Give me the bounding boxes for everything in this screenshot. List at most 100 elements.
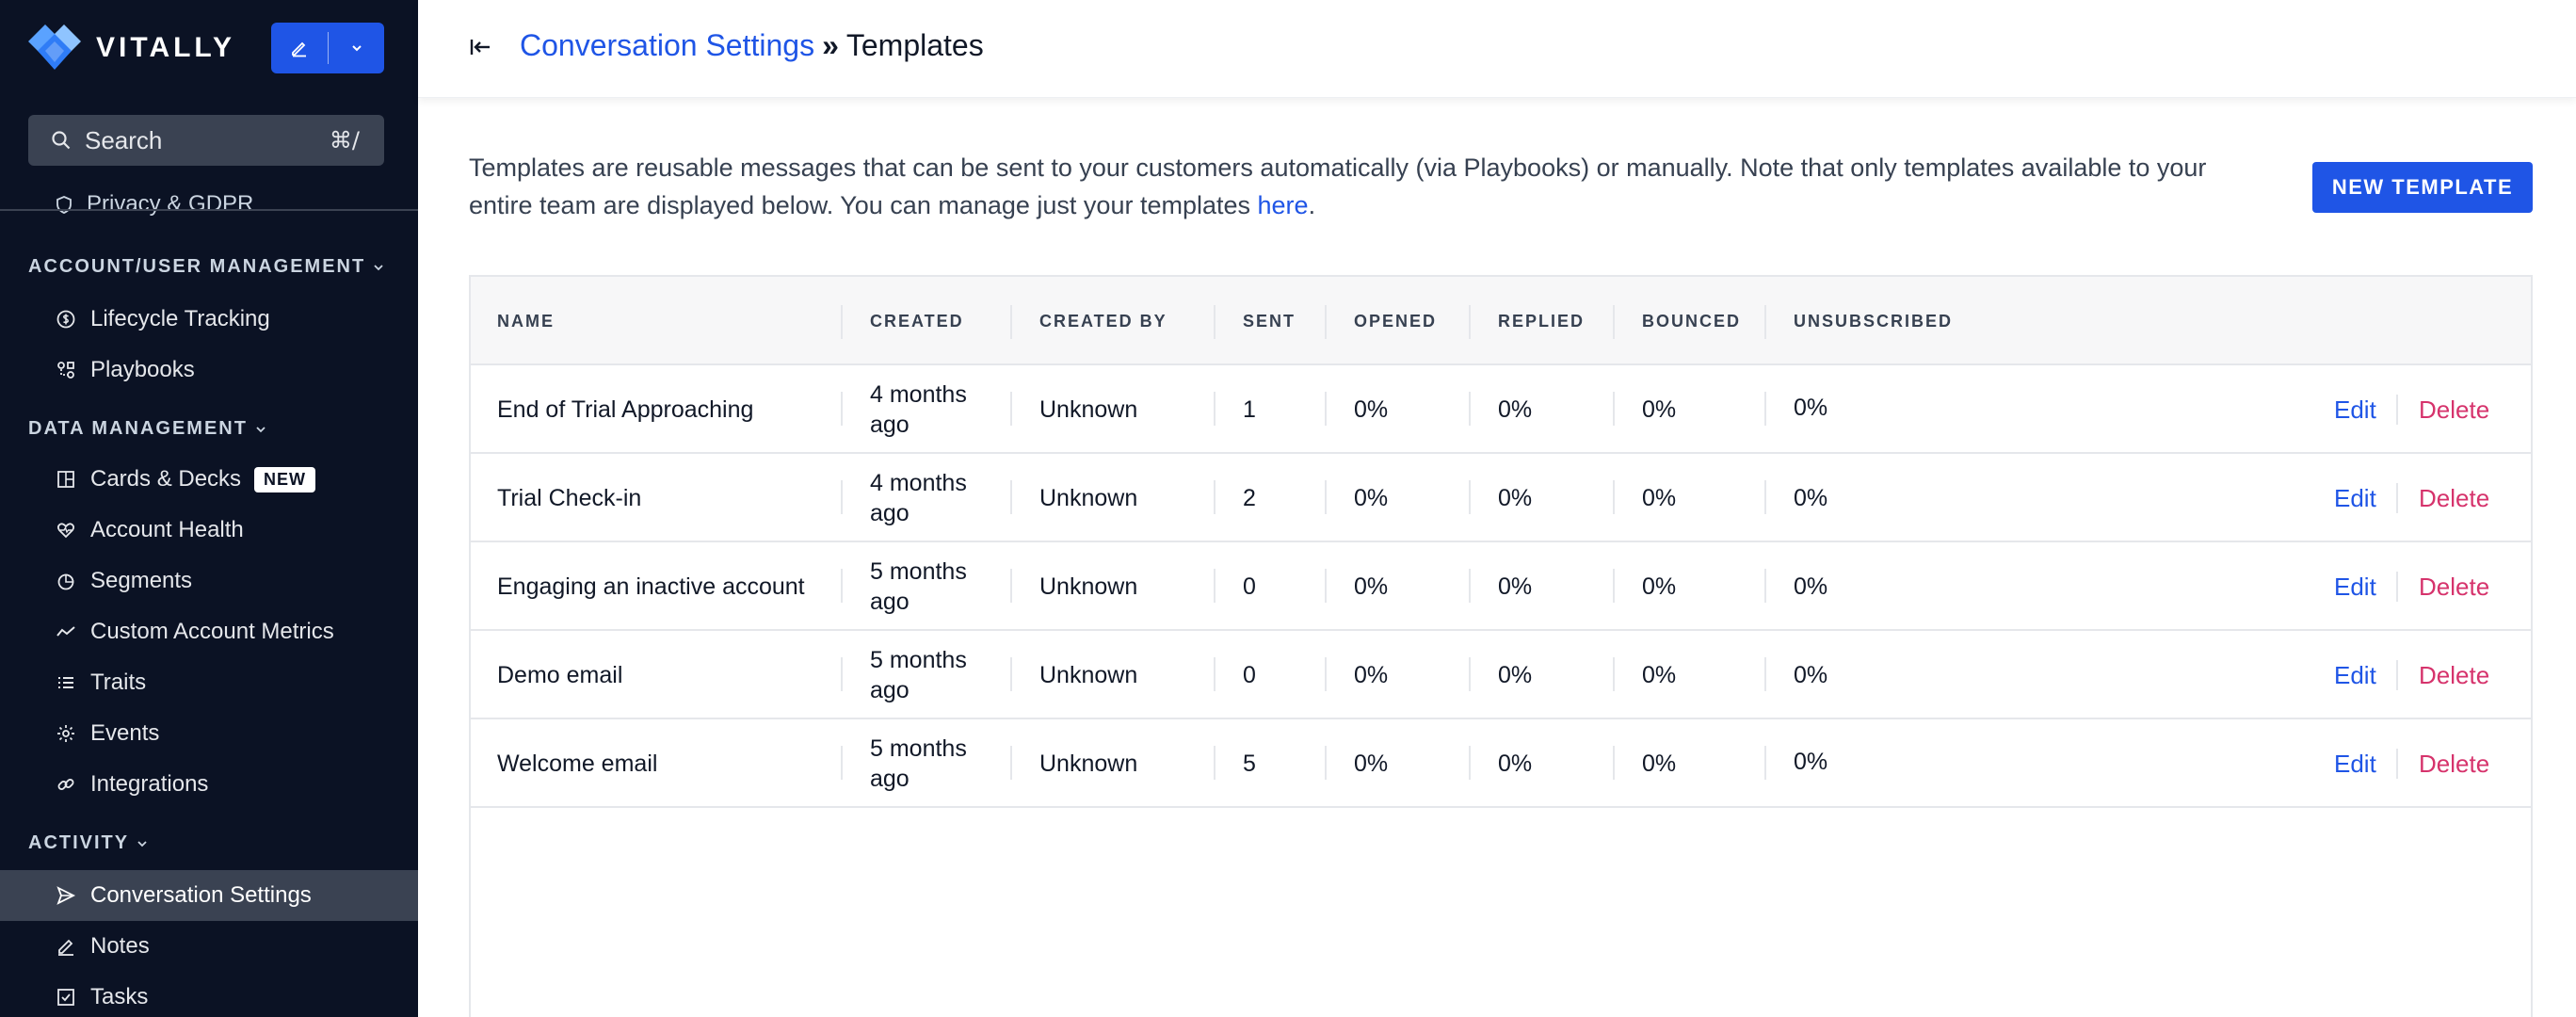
column-separator: [1214, 569, 1216, 603]
cell-created: 4 months ago: [870, 470, 967, 526]
delete-link[interactable]: Delete: [2419, 365, 2489, 454]
section-account-user-management[interactable]: ACCOUNT/USER MANAGEMENT: [28, 256, 384, 278]
cell-unsubscribed: 0%: [1794, 749, 1828, 775]
send-icon: [55, 884, 77, 907]
sidebar-item-playbooks[interactable]: Playbooks: [0, 345, 418, 396]
column-separator: [1325, 480, 1327, 514]
column-separator: [1010, 569, 1012, 603]
column-header-name[interactable]: NAME: [497, 277, 555, 365]
column-separator: [1613, 569, 1615, 603]
column-separator: [1325, 746, 1327, 780]
sidebar-item-lifecycle-tracking[interactable]: Lifecycle Tracking: [0, 294, 418, 345]
grid-icon: [55, 468, 77, 491]
column-header-created-by[interactable]: CREATED BY: [1039, 277, 1167, 365]
edit-link[interactable]: Edit: [2334, 365, 2376, 454]
sidebar-item-tasks[interactable]: Tasks: [0, 972, 418, 1017]
breadcrumb-link-conversation-settings[interactable]: Conversation Settings: [520, 28, 814, 63]
section-activity[interactable]: ACTIVITY: [28, 832, 148, 854]
new-template-button[interactable]: NEW TEMPLATE: [2312, 162, 2533, 213]
column-separator: [841, 305, 843, 339]
sidebar-item-custom-account-metrics[interactable]: Custom Account Metrics: [0, 606, 418, 657]
sidebar-item-privacy[interactable]: Privacy & GDPR: [55, 191, 253, 218]
compose-button[interactable]: [271, 23, 384, 73]
table-row: End of Trial Approaching 4 months ago Un…: [471, 365, 2531, 454]
brand[interactable]: VITALLY: [28, 24, 235, 72]
action-separator: [2396, 395, 2398, 425]
column-separator: [1764, 392, 1766, 426]
description-end: .: [1308, 191, 1316, 219]
chevron-down-icon: [256, 426, 266, 432]
column-separator: [1469, 480, 1471, 514]
page-header: Conversation Settings » Templates: [418, 0, 2576, 98]
sidebar-item-label: Cards & Decks: [90, 466, 242, 492]
cell-created-by: Unknown: [1039, 573, 1138, 600]
cell-replied: 0%: [1498, 396, 1533, 423]
description-text: Templates are reusable messages that can…: [469, 153, 2207, 219]
column-header-replied[interactable]: REPLIED: [1498, 277, 1585, 365]
cell-sent: 0: [1243, 662, 1256, 688]
sidebar-item-account-health[interactable]: Account Health: [0, 505, 418, 556]
table-row: Welcome email 5 months ago Unknown 5 0% …: [471, 719, 2531, 808]
sidebar-item-label: Tasks: [90, 984, 149, 1009]
section-label: ACCOUNT/USER MANAGEMENT: [28, 256, 366, 277]
templates-table: NAME CREATED CREATED BY SENT OPENED REPL…: [469, 275, 2533, 1017]
cell-opened: 0%: [1354, 396, 1389, 423]
delete-link[interactable]: Delete: [2419, 631, 2489, 719]
column-separator: [1010, 480, 1012, 514]
column-header-sent[interactable]: SENT: [1243, 277, 1296, 365]
action-separator: [2396, 749, 2398, 779]
search-input[interactable]: Search ⌘/: [28, 115, 384, 166]
edit-link[interactable]: Edit: [2334, 719, 2376, 808]
cell-created-by: Unknown: [1039, 485, 1138, 511]
column-header-unsubscribed[interactable]: UNSUBSCRIBED: [1794, 277, 1953, 365]
cell-sent: 1: [1243, 396, 1256, 423]
delete-link[interactable]: Delete: [2419, 542, 2489, 631]
collapse-sidebar-button[interactable]: [467, 34, 493, 60]
sidebar-item-segments[interactable]: Segments: [0, 556, 418, 606]
section-data-management[interactable]: DATA MANAGEMENT: [28, 418, 266, 440]
column-separator: [1764, 480, 1766, 514]
edit-link[interactable]: Edit: [2334, 631, 2376, 719]
column-header-opened[interactable]: OPENED: [1354, 277, 1437, 365]
list-icon: [55, 671, 77, 694]
column-separator: [1010, 657, 1012, 691]
sidebar-item-label: Privacy & GDPR: [87, 191, 254, 217]
cell-sent: 2: [1243, 485, 1256, 511]
column-separator: [1613, 657, 1615, 691]
sidebar-item-events[interactable]: Events: [0, 708, 418, 759]
action-separator: [2396, 660, 2398, 690]
new-badge: NEW: [254, 466, 316, 492]
sidebar-item-integrations[interactable]: Integrations: [0, 759, 418, 810]
breadcrumb: Conversation Settings » Templates: [520, 28, 984, 63]
pen-icon: [55, 935, 77, 958]
column-separator: [1010, 305, 1012, 339]
column-separator: [1469, 305, 1471, 339]
sidebar-item-traits[interactable]: Traits: [0, 657, 418, 708]
compose-main[interactable]: [271, 23, 328, 73]
cell-created-by: Unknown: [1039, 396, 1138, 423]
table-row: Demo email 5 months ago Unknown 0 0% 0% …: [471, 631, 2531, 719]
column-header-bounced[interactable]: BOUNCED: [1642, 277, 1741, 365]
column-separator: [1469, 392, 1471, 426]
sidebar-item-label: Custom Account Metrics: [90, 619, 334, 644]
delete-link[interactable]: Delete: [2419, 719, 2489, 808]
compose-dropdown[interactable]: [329, 23, 384, 73]
edit-link[interactable]: Edit: [2334, 454, 2376, 542]
cell-created: 4 months ago: [870, 381, 967, 438]
link-icon: [55, 773, 77, 796]
delete-link[interactable]: Delete: [2419, 454, 2489, 542]
cell-replied: 0%: [1498, 573, 1533, 600]
cell-name: Trial Check-in: [497, 485, 642, 511]
column-header-created[interactable]: CREATED: [870, 277, 964, 365]
search-placeholder: Search: [85, 125, 163, 154]
cell-name: End of Trial Approaching: [497, 396, 754, 423]
page-description: Templates are reusable messages that can…: [469, 149, 2239, 224]
manage-templates-link[interactable]: here: [1258, 191, 1309, 219]
table-header: NAME CREATED CREATED BY SENT OPENED REPL…: [471, 277, 2531, 365]
cell-bounced: 0%: [1642, 396, 1677, 423]
edit-link[interactable]: Edit: [2334, 542, 2376, 631]
sidebar-item-notes[interactable]: Notes: [0, 921, 418, 972]
sidebar-item-cards-decks[interactable]: Cards & Decks NEW: [0, 454, 418, 505]
column-separator: [841, 746, 843, 780]
sidebar-item-conversation-settings[interactable]: Conversation Settings: [0, 870, 418, 921]
